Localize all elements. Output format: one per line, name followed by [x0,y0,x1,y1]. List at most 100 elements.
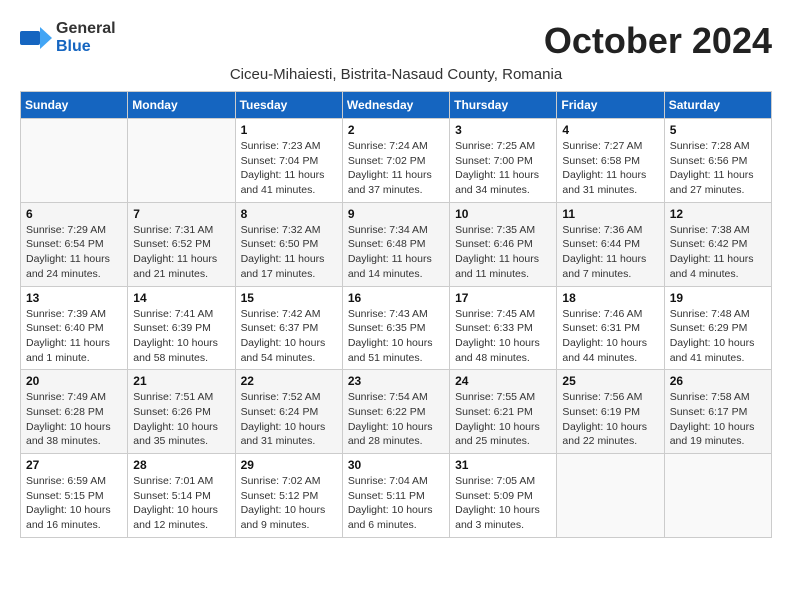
calendar-cell: 20 Sunrise: 7:49 AMSunset: 6:28 PMDayligh… [21,370,128,454]
day-info: Sunrise: 7:43 AMSunset: 6:35 PMDaylight:… [348,307,444,366]
calendar-cell: 9Sunrise: 7:34 AMSunset: 6:48 PMDaylight… [342,202,449,286]
calendar-week-row: 6 Sunrise: 7:29 AMSunset: 6:54 PMDaylight… [21,202,772,286]
day-info: Sunrise: 7:48 AMSunset: 6:29 PMDaylight:… [670,307,766,366]
calendar-cell: 26 Sunrise: 7:58 AMSunset: 6:17 PMDayligh… [664,370,771,454]
day-number: 1 [241,123,337,137]
day-number: 15 [241,291,337,305]
day-info: Sunrise: 7:02 AMSunset: 5:12 PMDaylight:… [241,474,337,533]
day-number: 12 [670,207,766,221]
calendar-week-row: 20 Sunrise: 7:49 AMSunset: 6:28 PMDayligh… [21,370,772,454]
day-number: 18 [562,291,658,305]
calendar-cell: 3Sunrise: 7:25 AMSunset: 7:00 PMDaylight… [450,119,557,203]
page-header: General Blue October 2024 [20,20,772,62]
calendar-week-row: 27 Sunrise: 6:59 AMSunset: 5:15 PMDayligh… [21,454,772,538]
day-number: 26 [670,374,766,388]
day-info: Sunrise: 7:23 AMSunset: 7:04 PMDaylight:… [241,139,337,198]
calendar-cell: 22 Sunrise: 7:52 AMSunset: 6:24 PMDayligh… [235,370,342,454]
day-info: Sunrise: 7:55 AMSunset: 6:21 PMDaylight:… [455,390,551,449]
day-info: Sunrise: 7:58 AMSunset: 6:17 PMDaylight:… [670,390,766,449]
calendar-cell: 27 Sunrise: 6:59 AMSunset: 5:15 PMDayligh… [21,454,128,538]
calendar-cell: 13Sunrise: 7:39 AMSunset: 6:40 PMDayligh… [21,286,128,370]
calendar-cell: 4 Sunrise: 7:27 AMSunset: 6:58 PMDaylight… [557,119,664,203]
day-number: 30 [348,458,444,472]
weekday-header: Monday [128,92,235,119]
day-info: Sunrise: 6:59 AMSunset: 5:15 PMDaylight:… [26,474,122,533]
calendar-cell: 25 Sunrise: 7:56 AMSunset: 6:19 PMDayligh… [557,370,664,454]
day-info: Sunrise: 7:51 AMSunset: 6:26 PMDaylight:… [133,390,229,449]
calendar-cell [664,454,771,538]
calendar-table: SundayMondayTuesdayWednesdayThursdayFrid… [20,91,772,538]
calendar-cell: 29Sunrise: 7:02 AMSunset: 5:12 PMDayligh… [235,454,342,538]
calendar-cell: 23 Sunrise: 7:54 AMSunset: 6:22 PMDayligh… [342,370,449,454]
logo-icon [20,27,52,49]
day-info: Sunrise: 7:24 AMSunset: 7:02 PMDaylight:… [348,139,444,198]
calendar-cell: 28 Sunrise: 7:01 AMSunset: 5:14 PMDayligh… [128,454,235,538]
day-info: Sunrise: 7:29 AMSunset: 6:54 PMDaylight:… [26,223,122,282]
day-number: 5 [670,123,766,137]
day-info: Sunrise: 7:42 AMSunset: 6:37 PMDaylight:… [241,307,337,366]
day-number: 25 [562,374,658,388]
day-info: Sunrise: 7:27 AMSunset: 6:58 PMDaylight:… [562,139,658,198]
calendar-cell: 11 Sunrise: 7:36 AMSunset: 6:44 PMDayligh… [557,202,664,286]
day-number: 6 [26,207,122,221]
day-info: Sunrise: 7:35 AMSunset: 6:46 PMDaylight:… [455,223,551,282]
day-number: 27 [26,458,122,472]
day-info: Sunrise: 7:31 AMSunset: 6:52 PMDaylight:… [133,223,229,282]
day-number: 19 [670,291,766,305]
calendar-cell: 31 Sunrise: 7:05 AMSunset: 5:09 PMDayligh… [450,454,557,538]
day-info: Sunrise: 7:46 AMSunset: 6:31 PMDaylight:… [562,307,658,366]
day-info: Sunrise: 7:52 AMSunset: 6:24 PMDaylight:… [241,390,337,449]
day-info: Sunrise: 7:49 AMSunset: 6:28 PMDaylight:… [26,390,122,449]
logo-general-text: General [56,20,116,37]
day-info: Sunrise: 7:56 AMSunset: 6:19 PMDaylight:… [562,390,658,449]
day-number: 8 [241,207,337,221]
calendar-week-row: 13Sunrise: 7:39 AMSunset: 6:40 PMDayligh… [21,286,772,370]
calendar-cell: 10 Sunrise: 7:35 AMSunset: 6:46 PMDayligh… [450,202,557,286]
day-info: Sunrise: 7:05 AMSunset: 5:09 PMDaylight:… [455,474,551,533]
weekday-header: Sunday [21,92,128,119]
calendar-cell: 24 Sunrise: 7:55 AMSunset: 6:21 PMDayligh… [450,370,557,454]
day-number: 11 [562,207,658,221]
calendar-cell [21,119,128,203]
day-number: 13 [26,291,122,305]
day-number: 2 [348,123,444,137]
day-info: Sunrise: 7:32 AMSunset: 6:50 PMDaylight:… [241,223,337,282]
calendar-cell: 21 Sunrise: 7:51 AMSunset: 6:26 PMDayligh… [128,370,235,454]
day-number: 22 [241,374,337,388]
day-number: 4 [562,123,658,137]
day-info: Sunrise: 7:28 AMSunset: 6:56 PMDaylight:… [670,139,766,198]
weekday-header: Friday [557,92,664,119]
day-info: Sunrise: 7:25 AMSunset: 7:00 PMDaylight:… [455,139,551,198]
calendar-cell: 7Sunrise: 7:31 AMSunset: 6:52 PMDaylight… [128,202,235,286]
day-number: 24 [455,374,551,388]
weekday-header: Wednesday [342,92,449,119]
calendar-week-row: 1 Sunrise: 7:23 AMSunset: 7:04 PMDaylight… [21,119,772,203]
calendar-header-row: SundayMondayTuesdayWednesdayThursdayFrid… [21,92,772,119]
calendar-cell: 2 Sunrise: 7:24 AMSunset: 7:02 PMDaylight… [342,119,449,203]
day-info: Sunrise: 7:04 AMSunset: 5:11 PMDaylight:… [348,474,444,533]
calendar-cell: 5 Sunrise: 7:28 AMSunset: 6:56 PMDaylight… [664,119,771,203]
day-info: Sunrise: 7:38 AMSunset: 6:42 PMDaylight:… [670,223,766,282]
calendar-cell: 8 Sunrise: 7:32 AMSunset: 6:50 PMDaylight… [235,202,342,286]
day-number: 28 [133,458,229,472]
logo: General Blue [20,20,116,56]
day-number: 10 [455,207,551,221]
calendar-cell: 6 Sunrise: 7:29 AMSunset: 6:54 PMDaylight… [21,202,128,286]
day-info: Sunrise: 7:36 AMSunset: 6:44 PMDaylight:… [562,223,658,282]
day-info: Sunrise: 7:45 AMSunset: 6:33 PMDaylight:… [455,307,551,366]
day-info: Sunrise: 7:01 AMSunset: 5:14 PMDaylight:… [133,474,229,533]
day-number: 20 [26,374,122,388]
calendar-cell: 17 Sunrise: 7:45 AMSunset: 6:33 PMDayligh… [450,286,557,370]
calendar-cell: 19 Sunrise: 7:48 AMSunset: 6:29 PMDayligh… [664,286,771,370]
weekday-header: Thursday [450,92,557,119]
day-number: 17 [455,291,551,305]
day-number: 21 [133,374,229,388]
day-number: 23 [348,374,444,388]
day-info: Sunrise: 7:54 AMSunset: 6:22 PMDaylight:… [348,390,444,449]
calendar-cell: 16Sunrise: 7:43 AMSunset: 6:35 PMDayligh… [342,286,449,370]
day-number: 31 [455,458,551,472]
location-subtitle: Ciceu-Mihaiesti, Bistrita-Nasaud County,… [20,66,772,83]
calendar-cell: 1 Sunrise: 7:23 AMSunset: 7:04 PMDaylight… [235,119,342,203]
calendar-cell [557,454,664,538]
month-title: October 2024 [544,20,772,62]
